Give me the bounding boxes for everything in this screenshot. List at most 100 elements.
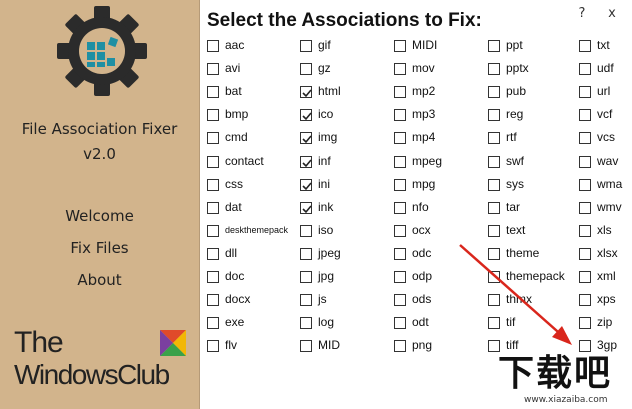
checkbox-tar[interactable] (488, 202, 500, 214)
checkbox-mpg[interactable] (394, 179, 406, 191)
checkbox-ocx[interactable] (394, 225, 406, 237)
checkbox-sys[interactable] (488, 179, 500, 191)
checkbox-mp3[interactable] (394, 109, 406, 121)
checkbox-avi[interactable] (207, 63, 219, 75)
checkbox-text[interactable] (488, 225, 500, 237)
checkbox-label: mp2 (412, 84, 436, 98)
checkbox-label: xps (597, 292, 616, 306)
close-button[interactable]: x (604, 6, 620, 22)
checkbox-mp2[interactable] (394, 86, 406, 98)
check-icon (302, 159, 312, 168)
checkbox-label: text (506, 223, 526, 237)
checkbox-label: xml (597, 269, 616, 283)
checkbox-bat[interactable] (207, 86, 219, 98)
checkbox-vcs[interactable] (579, 132, 591, 144)
nav-welcome[interactable]: Welcome (0, 207, 199, 225)
checkbox-xps[interactable] (579, 294, 591, 306)
checkbox-log[interactable] (300, 317, 312, 329)
checkbox-html[interactable] (300, 86, 312, 98)
checkbox-label: img (318, 130, 338, 144)
checkbox-zip[interactable] (579, 317, 591, 329)
checkbox-iso[interactable] (300, 225, 312, 237)
help-button[interactable]: ? (574, 6, 590, 22)
checkbox-MID[interactable] (300, 340, 312, 352)
checkbox-exe[interactable] (207, 317, 219, 329)
checkbox-ods[interactable] (394, 294, 406, 306)
checkbox-bmp[interactable] (207, 109, 219, 121)
checkbox-label: xls (597, 223, 612, 237)
checkbox-dll[interactable] (207, 248, 219, 260)
checkbox-reg[interactable] (488, 109, 500, 121)
checkbox-dat[interactable] (207, 202, 219, 214)
nav-about[interactable]: About (0, 271, 199, 289)
checkbox-contact[interactable] (207, 156, 219, 168)
checkbox-doc[interactable] (207, 271, 219, 283)
checkbox-label: contact (225, 154, 264, 168)
checkbox-label: mp4 (412, 130, 436, 144)
checkbox-xls[interactable] (579, 225, 591, 237)
app-version: v2.0 (83, 145, 116, 163)
checkbox-label: odt (412, 315, 429, 329)
checkbox-thmx[interactable] (488, 294, 500, 306)
checkbox-3gp[interactable] (579, 340, 591, 352)
checkbox-ico[interactable] (300, 109, 312, 121)
checkbox-cmd[interactable] (207, 132, 219, 144)
checkbox-label: iso (318, 223, 334, 237)
checkbox-MIDI[interactable] (394, 40, 406, 52)
checkbox-themepack[interactable] (488, 271, 500, 283)
checkbox-odt[interactable] (394, 317, 406, 329)
checkbox-label: aac (225, 38, 245, 52)
checkbox-vcf[interactable] (579, 109, 591, 121)
checkbox-png[interactable] (394, 340, 406, 352)
brand-line2: WindowsClub (14, 359, 170, 390)
nav-fix-files[interactable]: Fix Files (0, 239, 199, 257)
checkbox-js[interactable] (300, 294, 312, 306)
checkbox-ppt[interactable] (488, 40, 500, 52)
checkbox-label: pptx (506, 61, 529, 75)
checkbox-tif[interactable] (488, 317, 500, 329)
checkbox-mp4[interactable] (394, 132, 406, 144)
checkbox-theme[interactable] (488, 248, 500, 260)
checkbox-nfo[interactable] (394, 202, 406, 214)
checkbox-mov[interactable] (394, 63, 406, 75)
checkbox-odc[interactable] (394, 248, 406, 260)
checkbox-mpeg[interactable] (394, 156, 406, 168)
checkbox-ink[interactable] (300, 202, 312, 214)
checkbox-css[interactable] (207, 179, 219, 191)
checkbox-tiff[interactable] (488, 340, 500, 352)
checkbox-label: avi (225, 61, 241, 75)
checkbox-img[interactable] (300, 132, 312, 144)
checkbox-label: odc (412, 246, 432, 260)
checkbox-label: bmp (225, 107, 249, 121)
checkbox-rtf[interactable] (488, 132, 500, 144)
checkbox-label: bat (225, 84, 242, 98)
checkbox-deskthemepack[interactable] (207, 225, 219, 237)
checkbox-label: themepack (506, 269, 565, 283)
checkbox-swf[interactable] (488, 156, 500, 168)
checkbox-wav[interactable] (579, 156, 591, 168)
checkbox-jpg[interactable] (300, 271, 312, 283)
checkbox-wmv[interactable] (579, 202, 591, 214)
checkbox-inf[interactable] (300, 156, 312, 168)
checkbox-gif[interactable] (300, 40, 312, 52)
checkbox-txt[interactable] (579, 40, 591, 52)
checkbox-url[interactable] (579, 86, 591, 98)
checkbox-wma[interactable] (579, 179, 591, 191)
checkbox-pub[interactable] (488, 86, 500, 98)
checkbox-label: ocx (412, 223, 431, 237)
checkbox-pptx[interactable] (488, 63, 500, 75)
checkbox-label: ink (318, 200, 334, 214)
checkbox-flv[interactable] (207, 340, 219, 352)
checkbox-docx[interactable] (207, 294, 219, 306)
checkbox-udf[interactable] (579, 63, 591, 75)
checkbox-aac[interactable] (207, 40, 219, 52)
checkbox-xml[interactable] (579, 271, 591, 283)
checkbox-odp[interactable] (394, 271, 406, 283)
checkbox-xlsx[interactable] (579, 248, 591, 260)
checkbox-label: css (225, 177, 243, 191)
checkbox-label: cmd (225, 130, 248, 144)
checkbox-label: js (318, 292, 327, 306)
checkbox-jpeg[interactable] (300, 248, 312, 260)
checkbox-ini[interactable] (300, 179, 312, 191)
checkbox-gz[interactable] (300, 63, 312, 75)
